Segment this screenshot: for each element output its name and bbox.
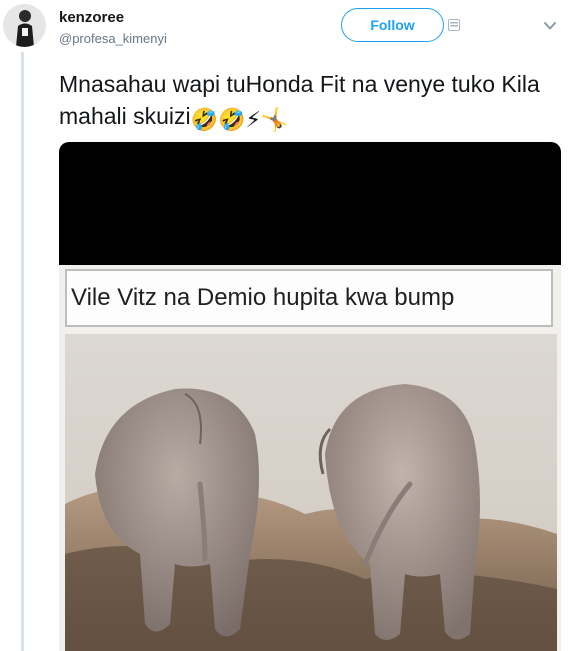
thread-line [21,52,24,651]
meme-caption-box: Vile Vitz na Demio hupita kwa bump [65,269,553,327]
display-name[interactable]: kenzoree [59,9,124,26]
meme-caption: Vile Vitz na Demio hupita kwa bump [71,284,455,311]
tweet: kenzoree @profesa_kimenyi Follow Mnasaha… [0,0,572,651]
cartwheel-emoji-icon: 🤸 [260,107,289,132]
rofl-emoji-icon: 🤣 [190,107,219,132]
tweet-media[interactable]: Vile Vitz na Demio hupita kwa bump [59,142,561,651]
tweet-text-body: Mnasahau wapi tuHonda Fit na venye tuko … [59,71,540,129]
user-handle[interactable]: @profesa_kimenyi [59,31,167,46]
chevron-down-icon[interactable] [542,20,558,32]
follow-button[interactable]: Follow [341,8,444,42]
tweet-text: Mnasahau wapi tuHonda Fit na venye tuko … [59,68,559,132]
card-icon [448,19,460,31]
elephants-photo [65,334,557,651]
lightning-emoji-icon: ⚡ [245,107,261,132]
avatar[interactable] [3,4,46,47]
rofl-emoji-icon: 🤣 [218,107,246,132]
